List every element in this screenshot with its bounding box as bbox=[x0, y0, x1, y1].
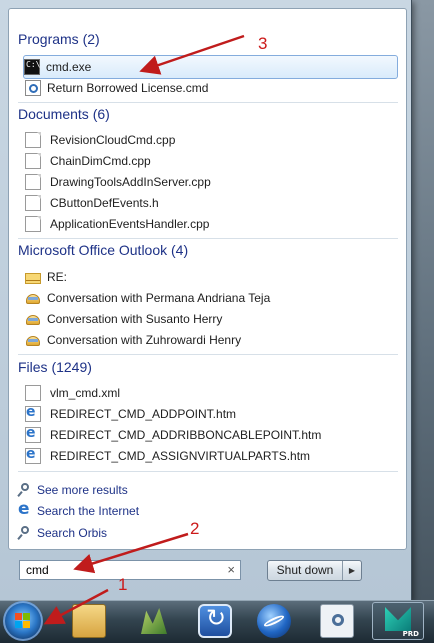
document-icon bbox=[25, 153, 41, 169]
group-title-outlook-label: Microsoft Office Outlook (4) bbox=[18, 242, 189, 258]
result-item-document[interactable]: ApplicationEventsHandler.cpp bbox=[25, 214, 397, 234]
see-more-results-link[interactable]: See more results bbox=[17, 481, 128, 499]
result-item-file[interactable]: REDIRECT_CMD_ADDRIBBONCABLEPOINT.htm bbox=[25, 425, 397, 445]
internet-explorer-icon bbox=[17, 499, 33, 519]
result-item-label: RE: bbox=[47, 270, 68, 284]
group-title-programs[interactable]: Programs (2) bbox=[18, 31, 100, 47]
browser-taskbar-icon[interactable] bbox=[257, 604, 291, 638]
link-label: Search the Internet bbox=[37, 504, 140, 518]
conversation-icon bbox=[25, 290, 41, 306]
viewer-taskbar-icon[interactable] bbox=[320, 604, 354, 638]
search-icon bbox=[17, 525, 33, 541]
group-title-files[interactable]: Files (1249) bbox=[18, 359, 92, 375]
group-title-documents-label: Documents (6) bbox=[18, 106, 110, 122]
group-divider bbox=[18, 102, 398, 103]
document-icon bbox=[25, 195, 41, 211]
group-divider bbox=[18, 238, 398, 239]
cmd-icon bbox=[24, 59, 40, 75]
search-icon bbox=[17, 482, 33, 498]
html-file-icon bbox=[25, 446, 41, 464]
xml-file-icon bbox=[25, 385, 41, 401]
result-item-label: Conversation with Permana Andriana Teja bbox=[47, 291, 271, 305]
html-file-icon bbox=[25, 425, 41, 443]
group-divider bbox=[18, 471, 398, 472]
clear-search-icon[interactable]: × bbox=[227, 562, 235, 577]
result-item-file[interactable]: REDIRECT_CMD_ADDPOINT.htm bbox=[25, 404, 397, 424]
shutdown-button[interactable]: Shut down bbox=[268, 561, 343, 580]
result-item-document[interactable]: RevisionCloudCmd.cpp bbox=[25, 130, 397, 150]
group-title-outlook[interactable]: Microsoft Office Outlook (4) bbox=[18, 242, 188, 258]
result-item-cmd-exe[interactable]: cmd.exe bbox=[23, 55, 398, 79]
result-item-label: RevisionCloudCmd.cpp bbox=[50, 133, 176, 147]
result-item-label: ApplicationEventsHandler.cpp bbox=[50, 217, 210, 231]
result-item-label: ChainDimCmd.cpp bbox=[50, 154, 151, 168]
result-item-file[interactable]: vlm_cmd.xml bbox=[25, 383, 397, 403]
link-label: See more results bbox=[37, 483, 128, 497]
annotation-number-2: 2 bbox=[190, 519, 200, 538]
shutdown-options-arrow-icon[interactable]: ▶ bbox=[343, 566, 361, 575]
result-item-label: CButtonDefEvents.h bbox=[50, 196, 159, 210]
document-icon bbox=[25, 216, 41, 232]
group-title-documents[interactable]: Documents (6) bbox=[18, 106, 110, 122]
result-item-document[interactable]: CButtonDefEvents.h bbox=[25, 193, 397, 213]
script-icon bbox=[25, 80, 41, 96]
prd-app-taskbar-icon[interactable]: PRD bbox=[372, 602, 424, 640]
result-item-label: REDIRECT_CMD_ADDPOINT.htm bbox=[50, 407, 237, 421]
search-orbis-link[interactable]: Search Orbis bbox=[17, 524, 107, 542]
search-box[interactable]: × bbox=[19, 560, 241, 580]
conversation-icon bbox=[25, 311, 41, 327]
document-icon bbox=[25, 174, 41, 190]
result-item-label: cmd.exe bbox=[46, 60, 92, 74]
group-divider bbox=[18, 354, 398, 355]
annotation-number-1: 1 bbox=[118, 575, 128, 594]
start-menu: Programs (2) cmd.exe Return Borrowed Lic… bbox=[0, 0, 412, 601]
result-item-label: vlm_cmd.xml bbox=[50, 386, 121, 400]
document-icon bbox=[25, 132, 41, 148]
annotation-number-3: 3 bbox=[258, 34, 268, 53]
dynamics-taskbar-icon[interactable] bbox=[137, 604, 171, 638]
link-label: Search Orbis bbox=[37, 526, 108, 540]
start-button[interactable] bbox=[3, 601, 43, 641]
file-explorer-taskbar-icon[interactable] bbox=[72, 604, 106, 638]
result-item-conversation[interactable]: Conversation with Permana Andriana Teja bbox=[25, 288, 397, 308]
result-item-label: REDIRECT_CMD_ADDRIBBONCABLEPOINT.htm bbox=[50, 428, 322, 442]
conversation-icon bbox=[25, 332, 41, 348]
search-results-pane: Programs (2) cmd.exe Return Borrowed Lic… bbox=[8, 8, 407, 550]
html-file-icon bbox=[25, 404, 41, 422]
mail-icon bbox=[25, 272, 41, 284]
result-item-conversation[interactable]: Conversation with Zuhrowardi Henry bbox=[25, 330, 397, 350]
result-item-label: Return Borrowed License.cmd bbox=[47, 81, 209, 95]
shutdown-button-group: Shut down ▶ bbox=[267, 560, 362, 581]
result-item-label: Conversation with Susanto Herry bbox=[47, 312, 223, 326]
result-item-document[interactable]: ChainDimCmd.cpp bbox=[25, 151, 397, 171]
result-item-label: DrawingToolsAddInServer.cpp bbox=[50, 175, 211, 189]
search-internet-link[interactable]: Search the Internet bbox=[17, 499, 140, 520]
group-title-programs-label: Programs (2) bbox=[18, 31, 100, 47]
result-item-label: REDIRECT_CMD_ASSIGNVIRTUALPARTS.htm bbox=[50, 449, 311, 463]
result-item-conversation[interactable]: Conversation with Susanto Herry bbox=[25, 309, 397, 329]
sync-taskbar-icon[interactable] bbox=[198, 604, 232, 638]
result-item-document[interactable]: DrawingToolsAddInServer.cpp bbox=[25, 172, 397, 192]
prd-logo-icon bbox=[385, 607, 411, 631]
group-title-files-label: Files (1249) bbox=[18, 359, 92, 375]
result-item-label: Conversation with Zuhrowardi Henry bbox=[47, 333, 242, 347]
prd-tag: PRD bbox=[402, 630, 419, 638]
windows-logo-icon bbox=[15, 613, 31, 629]
result-item-file[interactable]: REDIRECT_CMD_ASSIGNVIRTUALPARTS.htm bbox=[25, 446, 397, 466]
result-item-mail[interactable]: RE: bbox=[25, 267, 397, 287]
result-item-return-borrowed-license[interactable]: Return Borrowed License.cmd bbox=[25, 78, 397, 98]
